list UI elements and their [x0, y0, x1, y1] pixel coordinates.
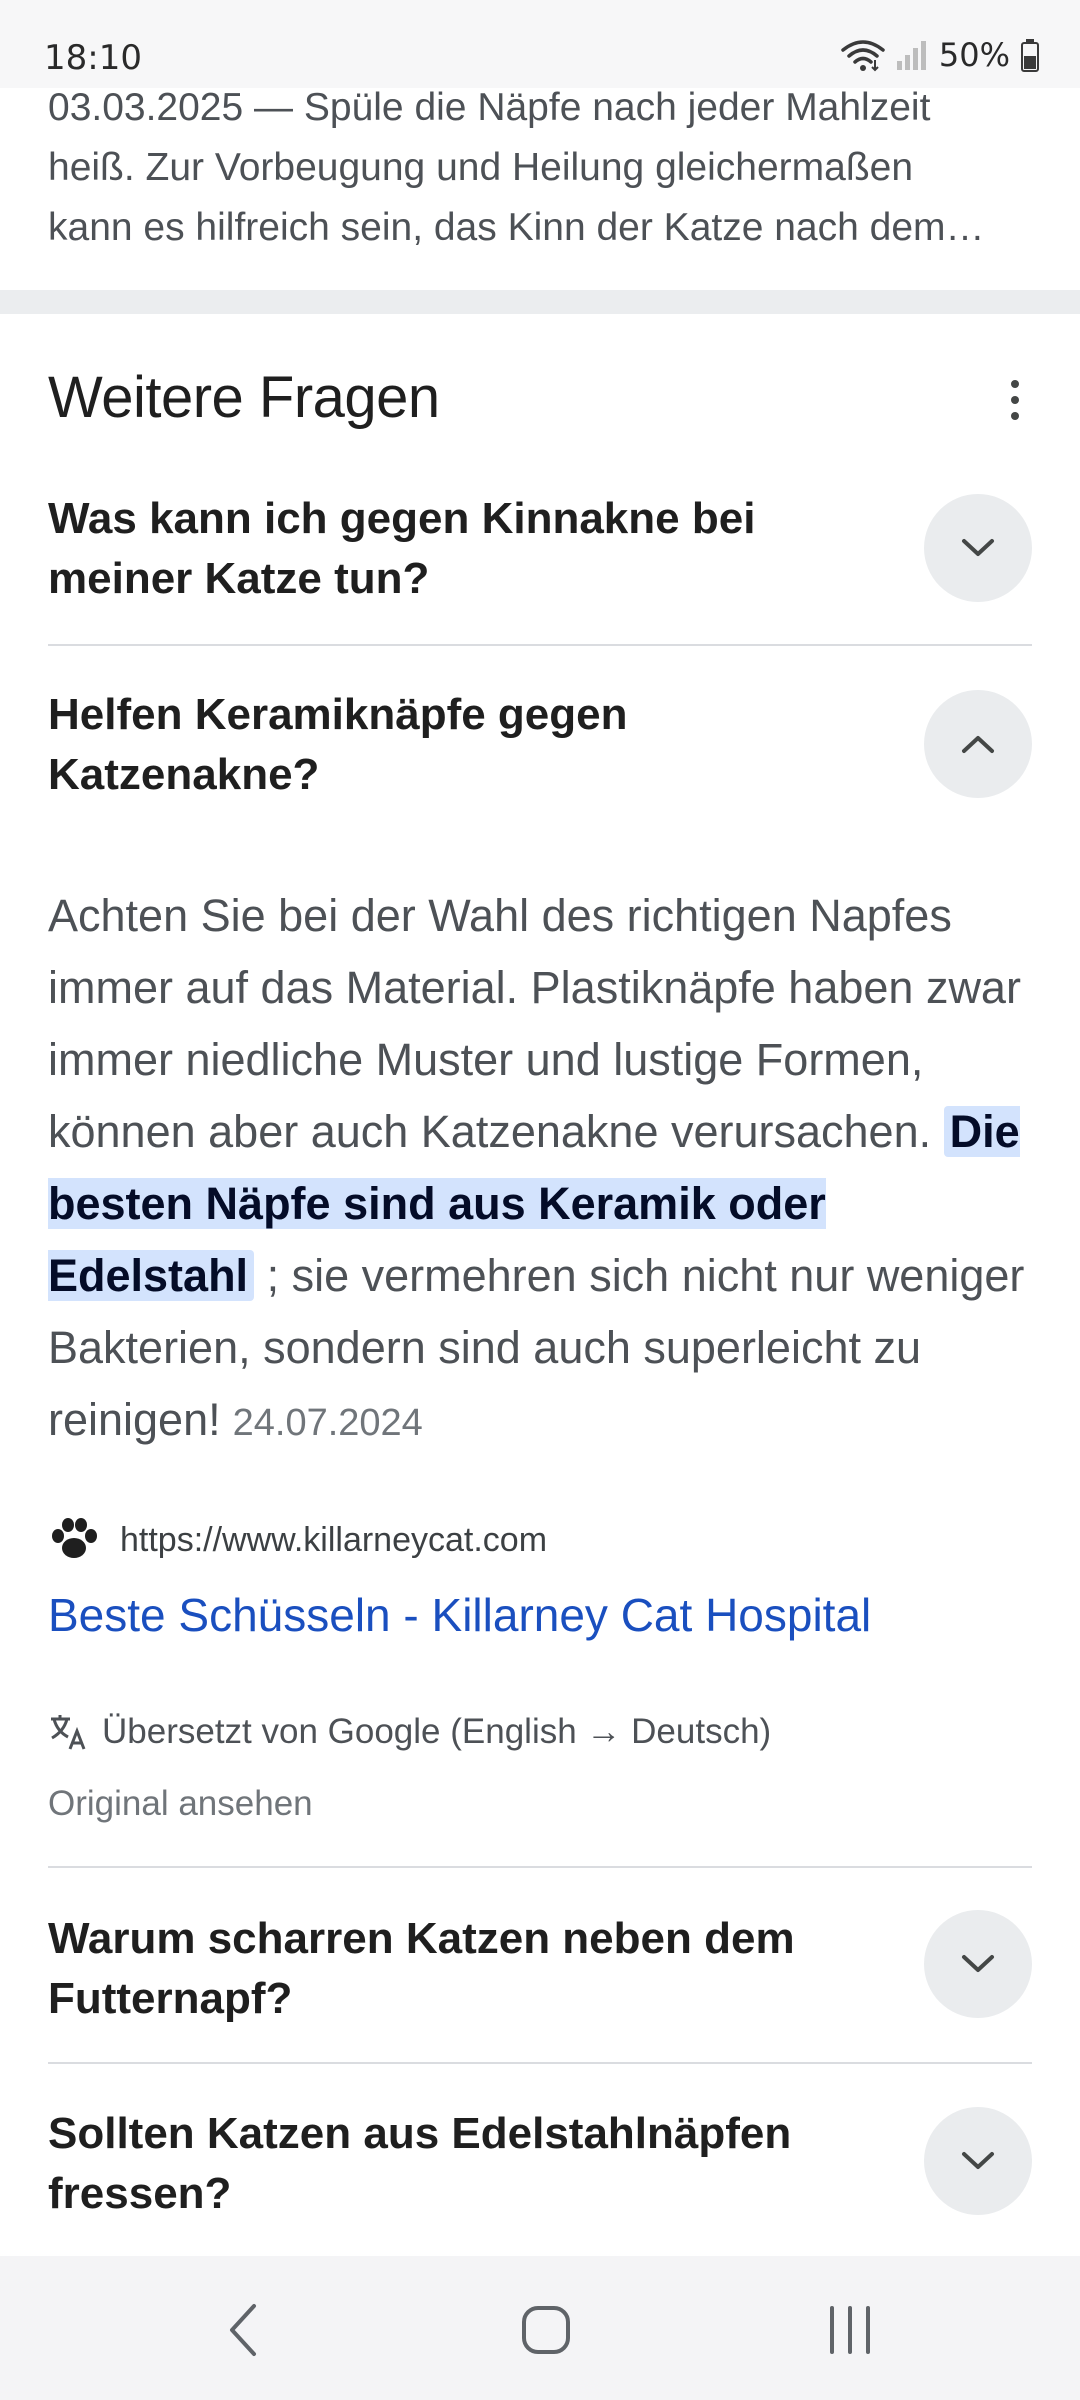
- recents-icon[interactable]: [810, 2300, 890, 2360]
- snippet-line: kann es hilfreich sein, das Kinn der Kat…: [48, 206, 985, 249]
- source-row[interactable]: https://www.killarneycat.com: [48, 1516, 547, 1564]
- divider: [48, 644, 1032, 646]
- translate-icon: [51, 1715, 86, 1750]
- chevron-down-icon: [962, 1955, 994, 1972]
- paw-icon: [52, 1518, 97, 1558]
- status-time: 18:10: [44, 38, 142, 78]
- question-text: Sollten Katzen aus Edelstahlnäpfen fress…: [48, 2109, 792, 2218]
- result-title-link[interactable]: Beste Schüsseln - Killarney Cat Hospital: [48, 1588, 871, 1642]
- source-url: https://www.killarneycat.com: [120, 1520, 548, 1559]
- more-vert-icon[interactable]: [995, 370, 1035, 430]
- answer-date: 24.07.2024: [232, 1402, 423, 1444]
- battery-percent: 50%: [938, 36, 1010, 74]
- back-icon[interactable]: [204, 2300, 284, 2360]
- expand-button[interactable]: [924, 494, 1032, 602]
- expand-button[interactable]: [924, 1910, 1032, 2018]
- previous-result-snippet[interactable]: 03.03.2025 — Spüle die Näpfe nach jeder …: [48, 78, 1038, 258]
- wifi-icon: [841, 38, 885, 72]
- view-original-link[interactable]: Original ansehen: [48, 1784, 313, 1824]
- divider: [48, 1866, 1032, 1868]
- system-nav-bar: [0, 2256, 1080, 2400]
- snippet-line: heiß. Zur Vorbeugung und Heilung gleiche…: [48, 146, 914, 189]
- chevron-down-icon: [962, 2152, 994, 2169]
- chevron-down-icon: [962, 539, 994, 556]
- question-text: Helfen Keramiknäpfe gegen Katzenakne?: [48, 690, 628, 799]
- section-divider: [0, 290, 1080, 314]
- question-text: Warum scharren Katzen neben dem Futterna…: [48, 1914, 795, 2023]
- divider: [48, 2062, 1032, 2064]
- home-icon[interactable]: [506, 2300, 586, 2360]
- translation-note: Übersetzt von Google (English → Deutsch): [48, 1712, 771, 1752]
- question-text: Was kann ich gegen Kinnakne bei meiner K…: [48, 494, 756, 603]
- battery-icon: [1020, 38, 1040, 72]
- expand-button[interactable]: [924, 2107, 1032, 2215]
- question-item[interactable]: Was kann ich gegen Kinnakne bei meiner K…: [48, 486, 1032, 606]
- answer-text: Achten Sie bei der Wahl des richtigen Na…: [48, 880, 1038, 1459]
- collapse-button[interactable]: [924, 690, 1032, 798]
- question-item[interactable]: Sollten Katzen aus Edelstahlnäpfen fress…: [48, 2101, 1032, 2221]
- signal-icon: [895, 39, 929, 71]
- translation-label: Übersetzt von Google (English → Deutsch): [102, 1712, 772, 1751]
- question-item-expanded[interactable]: Helfen Keramiknäpfe gegen Katzenakne?: [48, 682, 1032, 802]
- status-bar: 18:10 50%: [0, 0, 1080, 88]
- question-item[interactable]: Warum scharren Katzen neben dem Futterna…: [48, 1906, 1032, 2026]
- chevron-up-icon: [962, 736, 994, 753]
- section-title: Weitere Fragen: [48, 365, 440, 430]
- answer-text-before: Achten Sie bei der Wahl des richtigen Na…: [48, 890, 1021, 1157]
- status-icons: 50%: [841, 36, 1040, 74]
